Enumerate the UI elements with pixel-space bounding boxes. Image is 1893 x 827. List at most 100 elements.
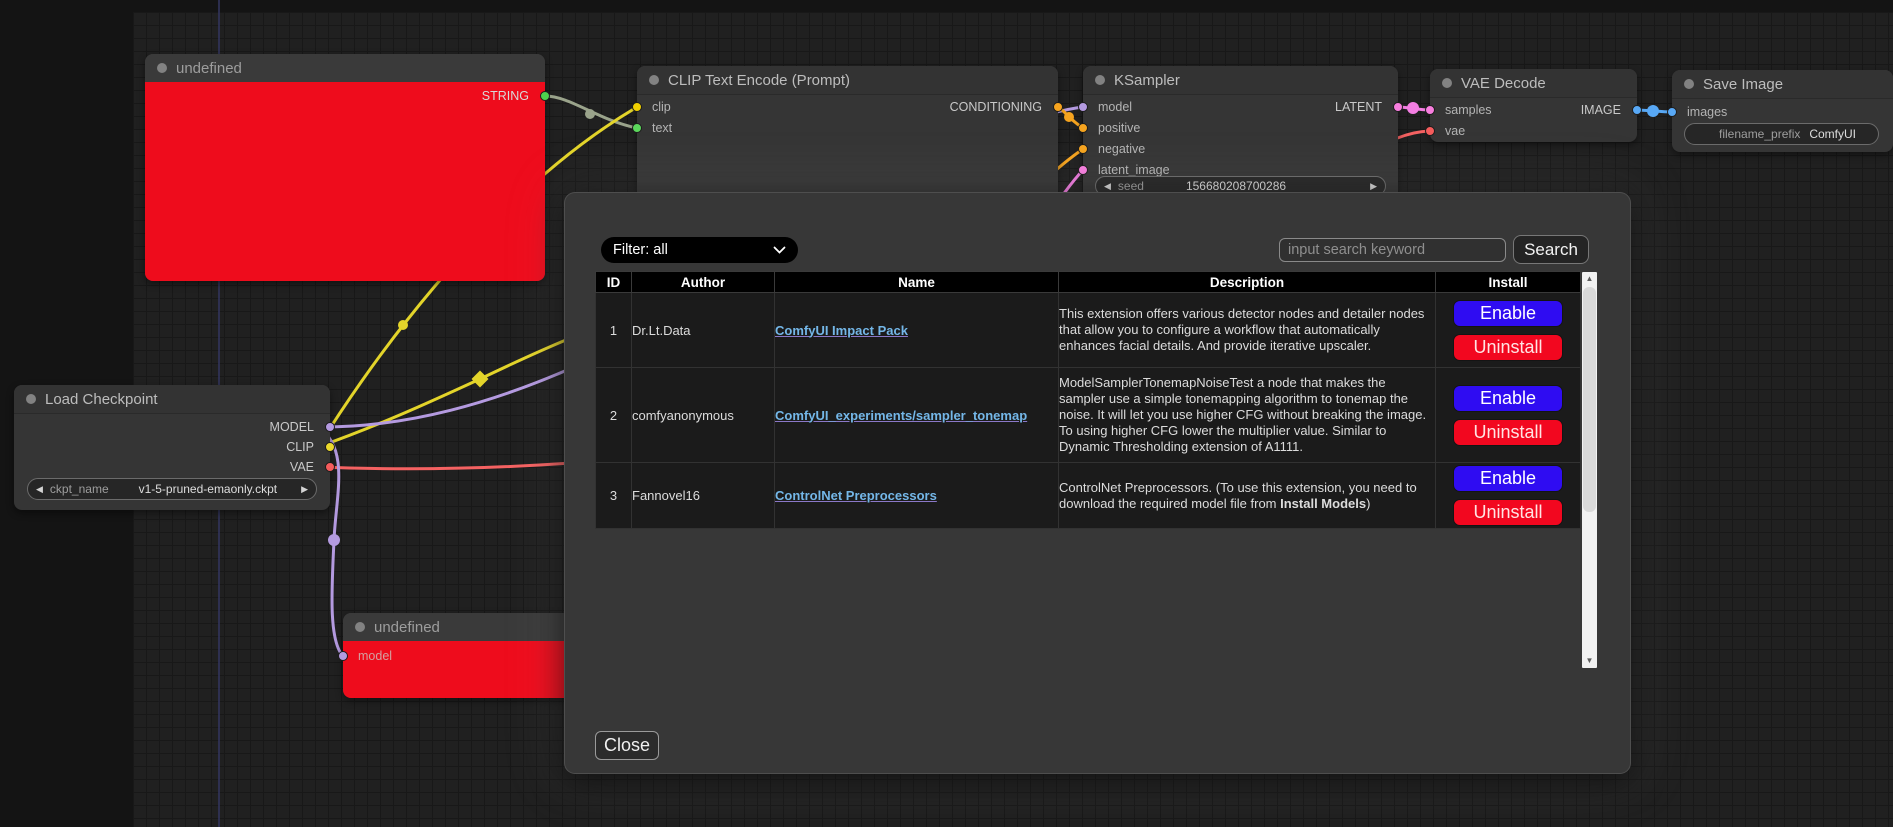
input-slot-label: clip [652, 97, 671, 117]
enable-button[interactable]: Enable [1453, 300, 1563, 327]
scroll-down-icon[interactable]: ▼ [1582, 654, 1597, 668]
node-title-bar[interactable]: VAE Decode [1430, 69, 1637, 98]
output-slot-label: LATENT [1335, 97, 1382, 117]
seed-widget-label: seed [1118, 179, 1144, 193]
table-row: 2 comfyanonymous ComfyUI_experiments/sam… [596, 368, 1581, 463]
uninstall-button[interactable]: Uninstall [1453, 499, 1563, 526]
node-title: undefined [374, 619, 440, 636]
input-port-latent-image[interactable] [1078, 165, 1088, 175]
seed-widget-value: 156680208700286 [1186, 179, 1286, 193]
node-title-bar[interactable]: Load Checkpoint [14, 385, 330, 414]
input-port-model[interactable] [1078, 102, 1088, 112]
input-port-text[interactable] [632, 123, 642, 133]
node-collapse-dot[interactable] [26, 394, 36, 404]
table-row: 3 Fannovel16 ControlNet Preprocessors Co… [596, 463, 1581, 529]
search-input[interactable] [1279, 238, 1506, 262]
uninstall-button[interactable]: Uninstall [1453, 334, 1563, 361]
input-port-samples[interactable] [1425, 105, 1435, 115]
cell-id: 1 [596, 293, 632, 368]
enable-button[interactable]: Enable [1453, 465, 1563, 492]
output-slot-label: CLIP [286, 437, 314, 457]
cell-author: Fannovel16 [632, 463, 775, 529]
input-port-vae[interactable] [1425, 126, 1435, 136]
output-port-string[interactable] [540, 91, 550, 101]
node-title: CLIP Text Encode (Prompt) [668, 72, 850, 89]
decrement-arrow-icon[interactable]: ◀ [36, 479, 43, 499]
input-port-negative[interactable] [1078, 144, 1088, 154]
table-row: 1 Dr.Lt.Data ComfyUI Impact Pack This ex… [596, 293, 1581, 368]
node-save-image[interactable]: Save Image images filename_prefix ComfyU… [1672, 70, 1893, 152]
output-port-conditioning[interactable] [1053, 102, 1063, 112]
input-port-clip[interactable] [632, 102, 642, 112]
extension-link[interactable]: ControlNet Preprocessors [775, 488, 937, 503]
extension-link[interactable]: ComfyUI Impact Pack [775, 323, 908, 338]
input-slot-label: model [1098, 97, 1132, 117]
node-title-bar[interactable]: undefined [343, 613, 590, 642]
filter-select[interactable]: Filter: all [601, 237, 798, 263]
ckpt-name-label: ckpt_name [50, 482, 109, 496]
node-undefined-string[interactable]: undefined STRING [145, 54, 545, 281]
cell-description: ModelSamplerTonemapNoiseTest a node that… [1059, 368, 1436, 463]
node-error-body [145, 82, 545, 281]
increment-arrow-icon[interactable]: ▶ [301, 479, 308, 499]
cell-description: This extension offers various detector n… [1059, 293, 1436, 368]
close-button[interactable]: Close [595, 731, 659, 760]
node-load-checkpoint[interactable]: Load Checkpoint MODEL CLIP VAE ◀ ckpt_na… [14, 385, 330, 510]
input-port-model[interactable] [338, 651, 348, 661]
input-port-images[interactable] [1667, 107, 1677, 117]
output-port-latent[interactable] [1393, 102, 1403, 112]
node-collapse-dot[interactable] [1684, 79, 1694, 89]
output-slot-label: MODEL [270, 417, 314, 437]
input-port-positive[interactable] [1078, 123, 1088, 133]
col-header-description: Description [1059, 272, 1436, 293]
node-title-bar[interactable]: CLIP Text Encode (Prompt) [637, 66, 1058, 95]
chevron-down-icon [773, 246, 786, 254]
node-vae-decode[interactable]: VAE Decode samples vae IMAGE [1430, 69, 1637, 142]
custom-nodes-manager-dialog: Filter: all Search ID Author Name Descri… [565, 193, 1630, 773]
node-collapse-dot[interactable] [1442, 78, 1452, 88]
uninstall-button[interactable]: Uninstall [1453, 419, 1563, 446]
scrollbar-thumb[interactable] [1583, 287, 1596, 512]
node-collapse-dot[interactable] [157, 63, 167, 73]
output-slot-label: STRING [482, 86, 529, 106]
input-slot-label: samples [1445, 100, 1492, 120]
node-title: VAE Decode [1461, 75, 1546, 92]
table-header-row: ID Author Name Description Install [596, 272, 1581, 293]
ckpt-name-widget[interactable]: ◀ ckpt_name v1-5-pruned-emaonly.ckpt ▶ [27, 478, 317, 500]
output-slot-label: IMAGE [1581, 100, 1621, 120]
cell-id: 3 [596, 463, 632, 529]
node-collapse-dot[interactable] [355, 622, 365, 632]
node-title-bar[interactable]: undefined [145, 54, 545, 83]
node-title: Load Checkpoint [45, 391, 158, 408]
output-port-clip[interactable] [325, 442, 335, 452]
cell-author: Dr.Lt.Data [632, 293, 775, 368]
input-slot-label: model [358, 646, 392, 666]
node-title-bar[interactable]: Save Image [1672, 70, 1893, 99]
extension-link[interactable]: ComfyUI_experiments/sampler_tonemap [775, 408, 1027, 423]
scroll-up-icon[interactable]: ▲ [1582, 272, 1597, 286]
output-slot-label: VAE [290, 457, 314, 477]
filter-select-value: Filter: all [613, 242, 668, 258]
filename-prefix-widget[interactable]: filename_prefix ComfyUI [1684, 123, 1879, 145]
cell-description: ControlNet Preprocessors. (To use this e… [1059, 463, 1436, 529]
filename-prefix-value: ComfyUI [1809, 127, 1856, 141]
output-slot-label: CONDITIONING [950, 97, 1042, 117]
output-port-vae[interactable] [325, 462, 335, 472]
output-port-image[interactable] [1632, 105, 1642, 115]
comfyui-canvas[interactable]: undefined STRING CLIP Text Encode (Promp… [0, 0, 1893, 827]
input-slot-label: positive [1098, 118, 1140, 138]
node-collapse-dot[interactable] [1095, 75, 1105, 85]
table-scrollbar[interactable]: ▲ ▼ [1582, 272, 1597, 668]
input-slot-label: vae [1445, 121, 1465, 141]
node-collapse-dot[interactable] [649, 75, 659, 85]
node-title-bar[interactable]: KSampler [1083, 66, 1398, 95]
cell-id: 2 [596, 368, 632, 463]
col-header-author: Author [632, 272, 775, 293]
output-port-model[interactable] [325, 422, 335, 432]
extensions-table: ID Author Name Description Install 1 Dr.… [595, 271, 1581, 529]
search-button[interactable]: Search [1513, 235, 1589, 264]
enable-button[interactable]: Enable [1453, 385, 1563, 412]
input-slot-label: images [1687, 102, 1727, 122]
col-header-install: Install [1436, 272, 1581, 293]
node-undefined-model[interactable]: undefined model [343, 613, 590, 698]
